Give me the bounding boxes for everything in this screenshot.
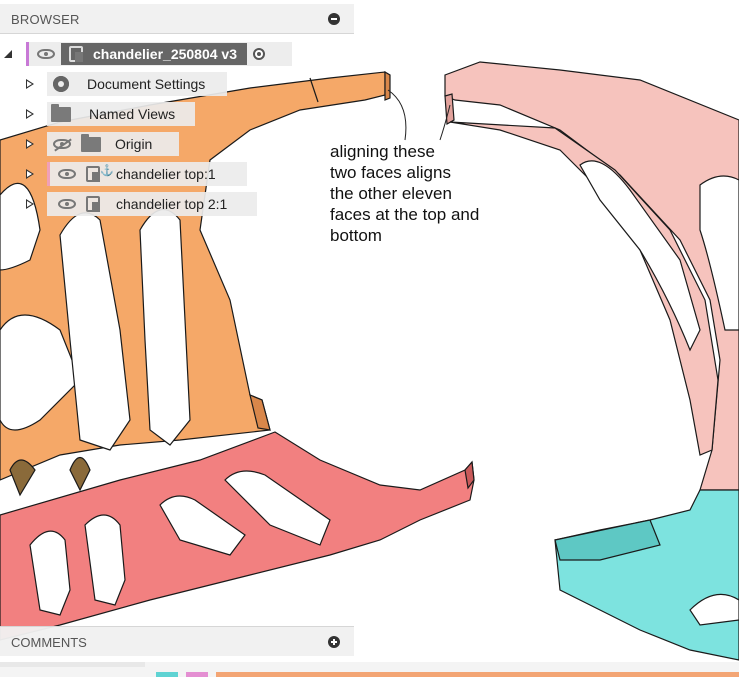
timeline-marker-pink[interactable] <box>186 672 208 677</box>
expand-down-icon[interactable] <box>4 50 12 58</box>
browser-root-chip[interactable]: chandelier_250804 v3 <box>26 42 292 66</box>
annotation-line: faces at the top and <box>330 205 480 224</box>
expand-right-icon[interactable] <box>26 169 34 179</box>
annotation-note: aligning these two faces aligns the othe… <box>330 141 479 246</box>
plus-circle-icon[interactable] <box>328 636 340 648</box>
eye-icon[interactable] <box>58 169 76 179</box>
active-radio-icon[interactable] <box>253 48 265 60</box>
comments-panel-header[interactable]: COMMENTS <box>0 626 354 656</box>
root-component-chip[interactable]: chandelier_250804 v3 <box>61 43 247 65</box>
root-component-label: chandelier_250804 v3 <box>93 46 237 62</box>
folder-icon <box>51 103 71 122</box>
component-icon <box>69 46 83 62</box>
eye-icon[interactable] <box>58 199 76 209</box>
teal-frame-part[interactable] <box>554 489 739 661</box>
timeline-track <box>0 662 145 667</box>
activation-spacer <box>47 192 50 216</box>
minus-circle-icon[interactable] <box>328 13 340 25</box>
expand-right-icon[interactable] <box>26 79 34 89</box>
annotation-line: the other eleven <box>330 184 452 203</box>
expand-right-icon[interactable] <box>26 109 34 119</box>
browser-title: BROWSER <box>11 12 80 27</box>
annotation-leader-left <box>387 89 407 141</box>
annotation-line: two faces aligns <box>330 163 451 182</box>
folder-icon <box>81 133 101 152</box>
expand-right-icon[interactable] <box>26 139 34 149</box>
salmon-frame-part[interactable] <box>0 431 475 641</box>
browser-item-label: chandelier top 2:1 <box>116 196 228 212</box>
browser-item-label: Named Views <box>89 106 176 122</box>
comments-title: COMMENTS <box>11 635 87 650</box>
expand-right-icon[interactable] <box>26 199 34 209</box>
annotation-line: aligning these <box>330 142 435 161</box>
component-anchor-icon: ⚓ <box>86 165 114 182</box>
activation-marker <box>47 162 50 186</box>
component-icon <box>86 196 100 212</box>
gear-icon <box>53 76 69 92</box>
annotation-line: bottom <box>330 226 382 245</box>
eye-hidden-icon[interactable] <box>53 139 71 149</box>
pink-frame-part[interactable] <box>444 61 739 491</box>
browser-item-label: chandelier top:1 <box>116 166 216 182</box>
browser-item-label: Document Settings <box>87 76 206 92</box>
browser-panel-header[interactable]: BROWSER <box>0 4 354 34</box>
timeline-strip[interactable] <box>0 662 739 677</box>
browser-item-label: Origin <box>115 136 153 152</box>
timeline-bar-orange[interactable] <box>216 672 739 677</box>
timeline-marker-teal[interactable] <box>156 672 178 677</box>
activation-marker <box>26 42 29 66</box>
eye-icon[interactable] <box>37 49 55 59</box>
